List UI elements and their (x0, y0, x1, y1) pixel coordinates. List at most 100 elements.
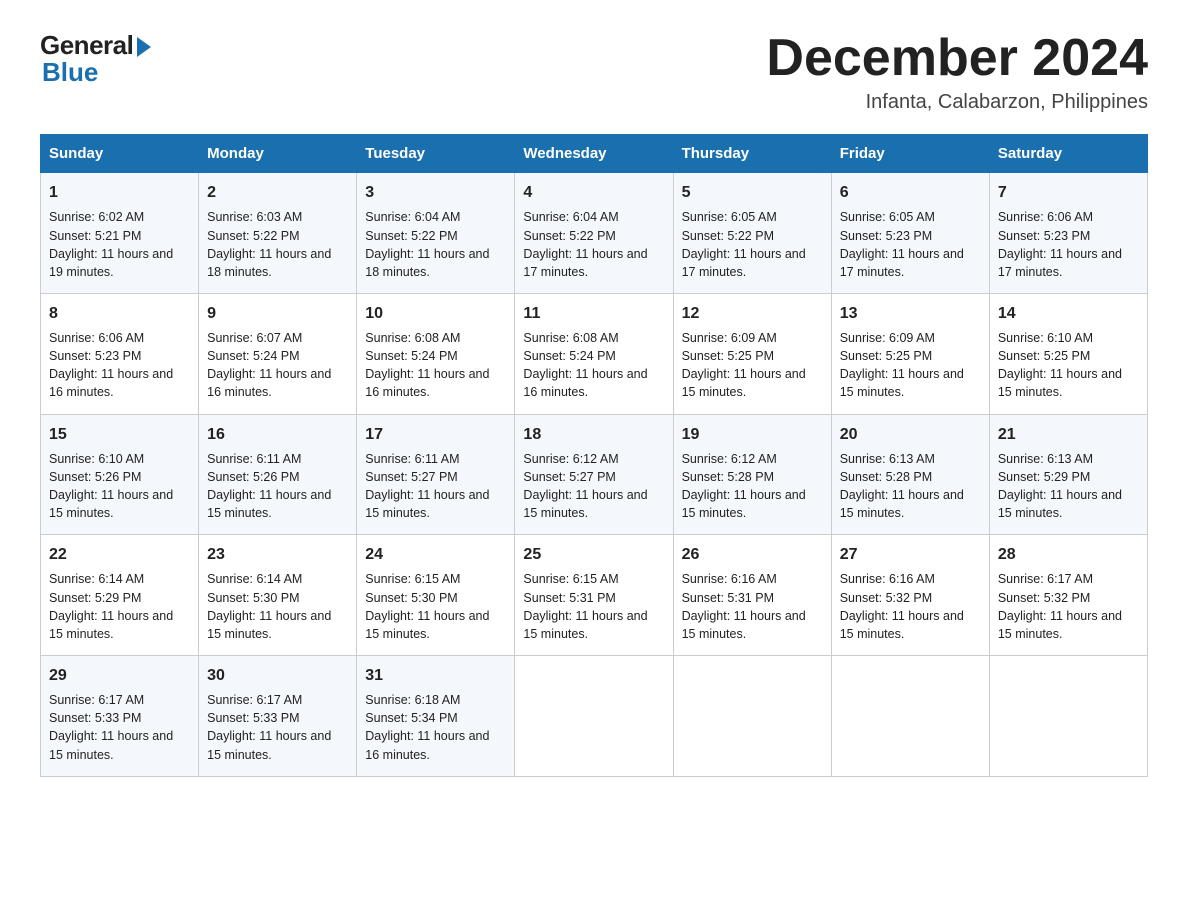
calendar-cell: 11 Sunrise: 6:08 AMSunset: 5:24 PMDayligh… (515, 293, 673, 414)
day-info: Sunrise: 6:15 AMSunset: 5:31 PMDaylight:… (523, 570, 664, 643)
day-number: 26 (682, 543, 823, 566)
calendar-cell: 20 Sunrise: 6:13 AMSunset: 5:28 PMDayligh… (831, 414, 989, 535)
day-info: Sunrise: 6:04 AMSunset: 5:22 PMDaylight:… (365, 208, 506, 281)
day-number: 13 (840, 302, 981, 325)
day-info: Sunrise: 6:12 AMSunset: 5:27 PMDaylight:… (523, 450, 664, 523)
logo-arrow-icon (137, 37, 151, 57)
header-saturday: Saturday (989, 135, 1147, 173)
day-info: Sunrise: 6:05 AMSunset: 5:23 PMDaylight:… (840, 208, 981, 281)
calendar-cell: 31 Sunrise: 6:18 AMSunset: 5:34 PMDayligh… (357, 655, 515, 776)
title-block: December 2024 Infanta, Calabarzon, Phili… (766, 30, 1148, 114)
day-number: 22 (49, 543, 190, 566)
day-number: 15 (49, 423, 190, 446)
day-info: Sunrise: 6:04 AMSunset: 5:22 PMDaylight:… (523, 208, 664, 281)
calendar-cell: 13 Sunrise: 6:09 AMSunset: 5:25 PMDayligh… (831, 293, 989, 414)
day-info: Sunrise: 6:05 AMSunset: 5:22 PMDaylight:… (682, 208, 823, 281)
header-thursday: Thursday (673, 135, 831, 173)
calendar-cell: 3 Sunrise: 6:04 AMSunset: 5:22 PMDaylight… (357, 173, 515, 294)
day-info: Sunrise: 6:15 AMSunset: 5:30 PMDaylight:… (365, 570, 506, 643)
day-number: 18 (523, 423, 664, 446)
day-info: Sunrise: 6:17 AMSunset: 5:33 PMDaylight:… (207, 691, 348, 764)
calendar-week-3: 15Sunrise: 6:10 AMSunset: 5:26 PMDayligh… (41, 414, 1148, 535)
page-header: General Blue December 2024 Infanta, Cala… (40, 30, 1148, 114)
calendar-cell: 14 Sunrise: 6:10 AMSunset: 5:25 PMDayligh… (989, 293, 1147, 414)
day-number: 20 (840, 423, 981, 446)
calendar-cell: 4Sunrise: 6:04 AMSunset: 5:22 PMDaylight… (515, 173, 673, 294)
day-number: 8 (49, 302, 190, 325)
logo-blue-text: Blue (40, 57, 98, 88)
day-number: 11 (523, 302, 664, 325)
day-number: 24 (365, 543, 506, 566)
calendar-cell (989, 655, 1147, 776)
calendar-week-1: 1 Sunrise: 6:02 AMSunset: 5:21 PMDaylight… (41, 173, 1148, 294)
day-number: 19 (682, 423, 823, 446)
month-year-title: December 2024 (766, 30, 1148, 87)
calendar-cell: 6 Sunrise: 6:05 AMSunset: 5:23 PMDaylight… (831, 173, 989, 294)
day-info: Sunrise: 6:14 AMSunset: 5:29 PMDaylight:… (49, 570, 190, 643)
header-wednesday: Wednesday (515, 135, 673, 173)
calendar-cell (831, 655, 989, 776)
calendar-cell: 28 Sunrise: 6:17 AMSunset: 5:32 PMDayligh… (989, 535, 1147, 656)
day-number: 12 (682, 302, 823, 325)
day-number: 16 (207, 423, 348, 446)
day-info: Sunrise: 6:09 AMSunset: 5:25 PMDaylight:… (840, 329, 981, 402)
location-subtitle: Infanta, Calabarzon, Philippines (766, 91, 1148, 114)
calendar-cell: 1 Sunrise: 6:02 AMSunset: 5:21 PMDaylight… (41, 173, 199, 294)
calendar-cell: 25Sunrise: 6:15 AMSunset: 5:31 PMDayligh… (515, 535, 673, 656)
calendar-cell: 8 Sunrise: 6:06 AMSunset: 5:23 PMDaylight… (41, 293, 199, 414)
day-number: 23 (207, 543, 348, 566)
calendar-cell: 12 Sunrise: 6:09 AMSunset: 5:25 PMDayligh… (673, 293, 831, 414)
calendar-cell (673, 655, 831, 776)
day-number: 29 (49, 664, 190, 687)
day-info: Sunrise: 6:06 AMSunset: 5:23 PMDaylight:… (49, 329, 190, 402)
calendar-cell: 5 Sunrise: 6:05 AMSunset: 5:22 PMDaylight… (673, 173, 831, 294)
day-info: Sunrise: 6:10 AMSunset: 5:25 PMDaylight:… (998, 329, 1139, 402)
day-info: Sunrise: 6:02 AMSunset: 5:21 PMDaylight:… (49, 208, 190, 281)
day-info: Sunrise: 6:13 AMSunset: 5:29 PMDaylight:… (998, 450, 1139, 523)
calendar-week-2: 8 Sunrise: 6:06 AMSunset: 5:23 PMDaylight… (41, 293, 1148, 414)
day-info: Sunrise: 6:17 AMSunset: 5:32 PMDaylight:… (998, 570, 1139, 643)
day-info: Sunrise: 6:12 AMSunset: 5:28 PMDaylight:… (682, 450, 823, 523)
calendar-cell: 29Sunrise: 6:17 AMSunset: 5:33 PMDayligh… (41, 655, 199, 776)
day-number: 31 (365, 664, 506, 687)
day-number: 5 (682, 181, 823, 204)
day-number: 6 (840, 181, 981, 204)
day-number: 17 (365, 423, 506, 446)
day-info: Sunrise: 6:07 AMSunset: 5:24 PMDaylight:… (207, 329, 348, 402)
day-number: 1 (49, 181, 190, 204)
calendar-cell: 2 Sunrise: 6:03 AMSunset: 5:22 PMDaylight… (199, 173, 357, 294)
day-info: Sunrise: 6:08 AMSunset: 5:24 PMDaylight:… (365, 329, 506, 402)
day-number: 30 (207, 664, 348, 687)
day-info: Sunrise: 6:16 AMSunset: 5:31 PMDaylight:… (682, 570, 823, 643)
day-number: 28 (998, 543, 1139, 566)
calendar-cell: 30 Sunrise: 6:17 AMSunset: 5:33 PMDayligh… (199, 655, 357, 776)
day-info: Sunrise: 6:16 AMSunset: 5:32 PMDaylight:… (840, 570, 981, 643)
calendar-cell: 27Sunrise: 6:16 AMSunset: 5:32 PMDayligh… (831, 535, 989, 656)
day-number: 2 (207, 181, 348, 204)
day-number: 14 (998, 302, 1139, 325)
day-info: Sunrise: 6:11 AMSunset: 5:26 PMDaylight:… (207, 450, 348, 523)
day-info: Sunrise: 6:13 AMSunset: 5:28 PMDaylight:… (840, 450, 981, 523)
calendar-cell: 17 Sunrise: 6:11 AMSunset: 5:27 PMDayligh… (357, 414, 515, 535)
calendar-cell: 16 Sunrise: 6:11 AMSunset: 5:26 PMDayligh… (199, 414, 357, 535)
calendar-cell: 19 Sunrise: 6:12 AMSunset: 5:28 PMDayligh… (673, 414, 831, 535)
day-number: 21 (998, 423, 1139, 446)
day-info: Sunrise: 6:09 AMSunset: 5:25 PMDaylight:… (682, 329, 823, 402)
calendar-cell: 15Sunrise: 6:10 AMSunset: 5:26 PMDayligh… (41, 414, 199, 535)
calendar-table: SundayMondayTuesdayWednesdayThursdayFrid… (40, 134, 1148, 776)
calendar-cell: 24 Sunrise: 6:15 AMSunset: 5:30 PMDayligh… (357, 535, 515, 656)
day-info: Sunrise: 6:18 AMSunset: 5:34 PMDaylight:… (365, 691, 506, 764)
day-info: Sunrise: 6:08 AMSunset: 5:24 PMDaylight:… (523, 329, 664, 402)
day-number: 3 (365, 181, 506, 204)
header-sunday: Sunday (41, 135, 199, 173)
day-info: Sunrise: 6:03 AMSunset: 5:22 PMDaylight:… (207, 208, 348, 281)
day-number: 10 (365, 302, 506, 325)
calendar-cell: 21 Sunrise: 6:13 AMSunset: 5:29 PMDayligh… (989, 414, 1147, 535)
header-monday: Monday (199, 135, 357, 173)
day-info: Sunrise: 6:11 AMSunset: 5:27 PMDaylight:… (365, 450, 506, 523)
header-tuesday: Tuesday (357, 135, 515, 173)
day-number: 9 (207, 302, 348, 325)
calendar-cell: 10 Sunrise: 6:08 AMSunset: 5:24 PMDayligh… (357, 293, 515, 414)
day-info: Sunrise: 6:06 AMSunset: 5:23 PMDaylight:… (998, 208, 1139, 281)
calendar-cell: 23Sunrise: 6:14 AMSunset: 5:30 PMDayligh… (199, 535, 357, 656)
